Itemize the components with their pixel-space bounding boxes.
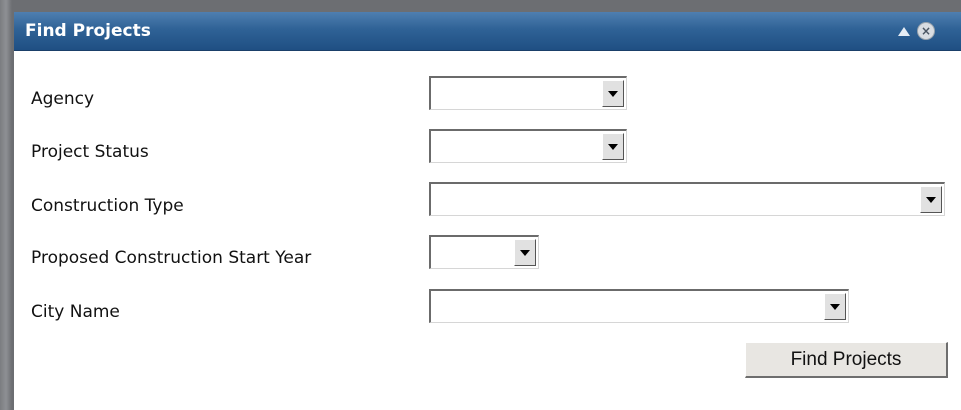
find-projects-button[interactable]: Find Projects <box>745 342 948 378</box>
chevron-down-icon[interactable] <box>602 133 624 160</box>
construction-type-label: Construction Type <box>31 196 184 216</box>
project-status-label: Project Status <box>31 142 149 162</box>
collapse-icon[interactable] <box>898 27 910 36</box>
agency-label: Agency <box>31 89 95 109</box>
project-status-select[interactable] <box>429 129 627 163</box>
city-name-select[interactable] <box>429 289 849 323</box>
start-year-label: Proposed Construction Start Year <box>31 248 312 268</box>
city-name-label: City Name <box>31 302 120 322</box>
close-icon[interactable]: × <box>917 22 935 40</box>
start-year-select[interactable] <box>429 235 539 269</box>
find-projects-panel: Find Projects × Agency Project Status Co… <box>14 12 961 410</box>
panel-title: Find Projects <box>25 21 151 41</box>
chevron-down-icon[interactable] <box>514 239 536 266</box>
agency-select[interactable] <box>429 76 627 110</box>
chevron-down-icon[interactable] <box>824 293 846 320</box>
chevron-down-icon[interactable] <box>602 80 624 107</box>
chevron-down-icon[interactable] <box>920 186 942 213</box>
panel-titlebar: Find Projects × <box>14 12 961 51</box>
construction-type-select[interactable] <box>429 182 945 216</box>
